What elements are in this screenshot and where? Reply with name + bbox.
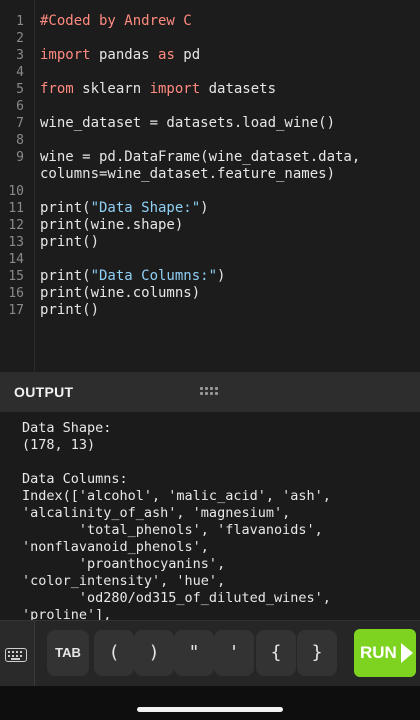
line-number: 2 xyxy=(16,31,24,46)
code-line[interactable]: 15 print("Data Columns:") xyxy=(0,268,420,285)
output-header: OUTPUT xyxy=(0,372,420,412)
key-double-quote[interactable]: " xyxy=(174,630,214,676)
code-line[interactable]: 12 print(wine.shape) xyxy=(0,217,420,234)
code-line[interactable]: 1 #Coded by Andrew C xyxy=(0,13,420,30)
code-token: print(wine.shape) xyxy=(40,217,184,233)
code-token: "Data Columns:" xyxy=(90,268,218,284)
code-text: columns=wine_dataset.feature_names) xyxy=(40,166,335,183)
code-token: print( xyxy=(40,200,91,216)
output-panel: Data Shape: (178, 13) Data Columns: Inde… xyxy=(0,412,420,620)
play-icon xyxy=(401,643,413,663)
line-number: 10 xyxy=(8,184,24,199)
code-token: pandas xyxy=(90,47,159,63)
code-token: datasets xyxy=(200,81,277,97)
keyboard-toolbar: TAB ( ) " ' { } RUN xyxy=(0,620,420,687)
line-number: 15 xyxy=(8,269,24,284)
code-line[interactable]: 6 xyxy=(0,98,420,115)
line-number: 16 xyxy=(8,286,24,301)
key-tab[interactable]: TAB xyxy=(47,630,89,676)
code-line[interactable]: 16 print(wine.columns) xyxy=(0,285,420,302)
code-token: ) xyxy=(217,268,226,284)
output-text: Data Shape: (178, 13) Data Columns: Inde… xyxy=(22,420,331,620)
key-open-paren[interactable]: ( xyxy=(94,630,134,676)
line-number: 11 xyxy=(8,201,24,216)
code-text: wine = pd.DataFrame(wine_dataset.data, xyxy=(40,149,360,166)
line-number: 6 xyxy=(16,99,24,114)
code-line[interactable]: 17 print() xyxy=(0,302,420,319)
line-number: 4 xyxy=(16,65,24,80)
run-button[interactable]: RUN xyxy=(354,629,416,677)
code-token: as xyxy=(158,47,175,63)
code-line[interactable]: 9 wine = pd.DataFrame(wine_dataset.data, xyxy=(0,149,420,166)
drag-handle-icon[interactable] xyxy=(200,387,220,397)
code-line[interactable]: 10 xyxy=(0,183,420,200)
code-token: print( xyxy=(40,268,91,284)
code-line[interactable]: 13 print() xyxy=(0,234,420,251)
code-text: print() xyxy=(40,234,99,251)
line-number: 1 xyxy=(16,14,24,29)
code-line[interactable]: 14 xyxy=(0,251,420,268)
code-token: import xyxy=(40,47,91,63)
code-token: wine_dataset = datasets.load_wine() xyxy=(40,115,336,131)
code-text: wine_dataset = datasets.load_wine() xyxy=(40,115,335,132)
code-token: from xyxy=(40,81,74,97)
code-text: from sklearn import datasets xyxy=(40,81,276,98)
keyboard-icon xyxy=(5,648,27,662)
key-close-brace[interactable]: } xyxy=(297,630,337,676)
code-token: print(wine.columns) xyxy=(40,285,201,301)
code-text: import pandas as pd xyxy=(40,47,200,64)
code-line[interactable]: 2 xyxy=(0,30,420,47)
key-close-paren[interactable]: ) xyxy=(134,630,174,676)
code-text: print("Data Shape:") xyxy=(40,200,209,217)
home-indicator-area xyxy=(0,686,420,720)
code-token: print() xyxy=(40,234,100,250)
line-number: 9 xyxy=(16,150,24,165)
run-label: RUN xyxy=(360,643,397,662)
code-token: wine = pd.DataFrame(wine_dataset.data, xyxy=(40,149,361,165)
code-token: columns=wine_dataset.feature_names) xyxy=(40,166,336,182)
line-number: 14 xyxy=(8,252,24,267)
code-line[interactable]: 3 import pandas as pd xyxy=(0,47,420,64)
line-number: 7 xyxy=(16,116,24,131)
output-title: OUTPUT xyxy=(14,384,74,400)
code-line[interactable]: 7 wine_dataset = datasets.load_wine() xyxy=(0,115,420,132)
code-token: ) xyxy=(200,200,209,216)
code-text: print(wine.shape) xyxy=(40,217,183,234)
key-open-brace[interactable]: { xyxy=(256,630,296,676)
code-line[interactable]: 5 from sklearn import datasets xyxy=(0,81,420,98)
key-single-quote[interactable]: ' xyxy=(214,630,254,676)
code-text: #Coded by Andrew C xyxy=(40,13,192,30)
code-text: print("Data Columns:") xyxy=(40,268,225,285)
code-line[interactable]: 11 print("Data Shape:") xyxy=(0,200,420,217)
line-number: 8 xyxy=(16,133,24,148)
keyboard-toggle-button[interactable] xyxy=(0,621,35,687)
line-number: 5 xyxy=(16,82,24,97)
code-text: print() xyxy=(40,302,99,319)
code-token: "Data Shape:" xyxy=(90,200,201,216)
code-token: #Coded by Andrew C xyxy=(40,13,192,29)
code-line[interactable]: 8 xyxy=(0,132,420,149)
code-token: import xyxy=(149,81,201,97)
code-token: print() xyxy=(40,302,100,318)
code-line[interactable]: columns=wine_dataset.feature_names) xyxy=(0,166,420,183)
code-line[interactable]: 4 xyxy=(0,64,420,81)
code-token: sklearn xyxy=(73,81,150,97)
code-editor[interactable]: 1 #Coded by Andrew C 2 3 import pandas as pd… xyxy=(0,0,420,372)
line-number: 12 xyxy=(8,218,24,233)
line-number: 17 xyxy=(8,303,24,318)
line-number: 3 xyxy=(16,48,24,63)
home-indicator[interactable] xyxy=(137,707,283,712)
code-token: pd xyxy=(174,47,201,63)
line-number: 13 xyxy=(8,235,24,250)
code-text: print(wine.columns) xyxy=(40,285,200,302)
